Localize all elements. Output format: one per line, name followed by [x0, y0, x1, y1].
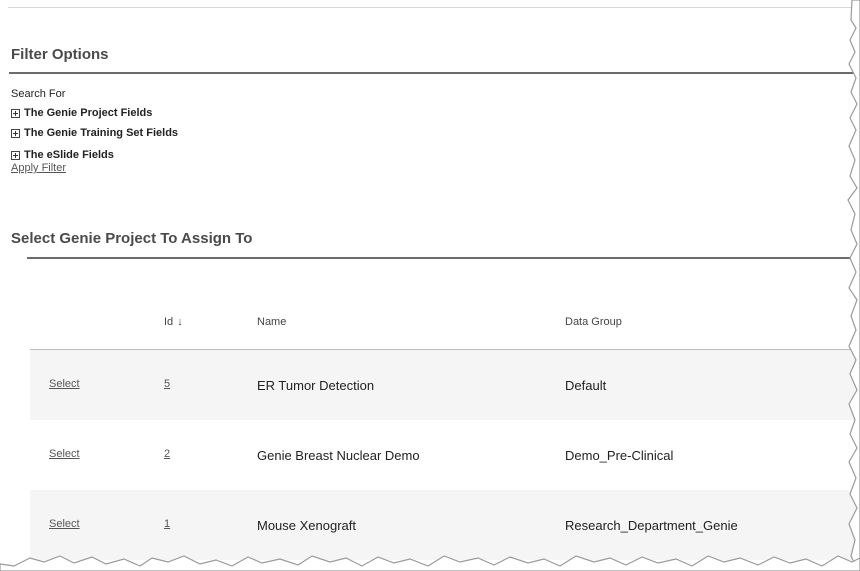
expander-genie-project-fields[interactable]: The Genie Project Fields: [11, 107, 152, 119]
top-border: [8, 7, 854, 8]
select-link[interactable]: Select: [49, 448, 80, 460]
expand-plus-icon[interactable]: [11, 128, 20, 138]
filter-options-heading: Filter Options: [11, 46, 109, 63]
select-link[interactable]: Select: [49, 518, 80, 530]
apply-filter-link[interactable]: Apply Filter: [11, 162, 66, 174]
section-divider: [27, 257, 860, 259]
expander-eslide-fields[interactable]: The eSlide Fields: [11, 149, 114, 161]
column-header-data-group: Data Group: [565, 316, 622, 328]
column-header-id[interactable]: Id ↓: [164, 316, 183, 328]
id-link[interactable]: 1: [164, 518, 170, 530]
data-group: Default: [565, 378, 607, 393]
expander-label[interactable]: The Genie Project Fields: [24, 107, 152, 119]
project-name: ER Tumor Detection: [257, 378, 375, 393]
id-link[interactable]: 5: [164, 378, 170, 390]
select-link[interactable]: Select: [49, 378, 80, 390]
table-row: Select 5 ER Tumor Detection Default: [30, 350, 860, 420]
assign-project-heading: Select Genie Project To Assign To: [11, 230, 253, 247]
data-group: Demo_Pre-Clinical: [565, 448, 674, 463]
expand-plus-icon[interactable]: [11, 150, 20, 160]
column-header-name: Name: [257, 316, 287, 328]
id-link[interactable]: 2: [164, 448, 170, 460]
sort-down-icon[interactable]: ↓: [177, 316, 183, 328]
table-row: Select 2 Genie Breast Nuclear Demo Demo_…: [30, 420, 860, 490]
search-for-label: Search For: [11, 88, 66, 100]
expand-plus-icon[interactable]: [11, 108, 20, 118]
data-group: Research_Department_Genie: [565, 518, 738, 533]
expander-label[interactable]: The eSlide Fields: [24, 149, 114, 161]
expander-label[interactable]: The Genie Training Set Fields: [24, 127, 178, 139]
section-divider: [9, 72, 860, 74]
project-name: Mouse Xenograft: [257, 518, 357, 533]
page: Filter Options Search For The Genie Proj…: [0, 0, 860, 571]
project-name: Genie Breast Nuclear Demo: [257, 448, 420, 463]
column-header-id-label[interactable]: Id: [164, 316, 173, 328]
expander-genie-training-set-fields[interactable]: The Genie Training Set Fields: [11, 127, 178, 139]
table-row: Select 1 Mouse Xenograft Research_Depart…: [30, 490, 860, 560]
